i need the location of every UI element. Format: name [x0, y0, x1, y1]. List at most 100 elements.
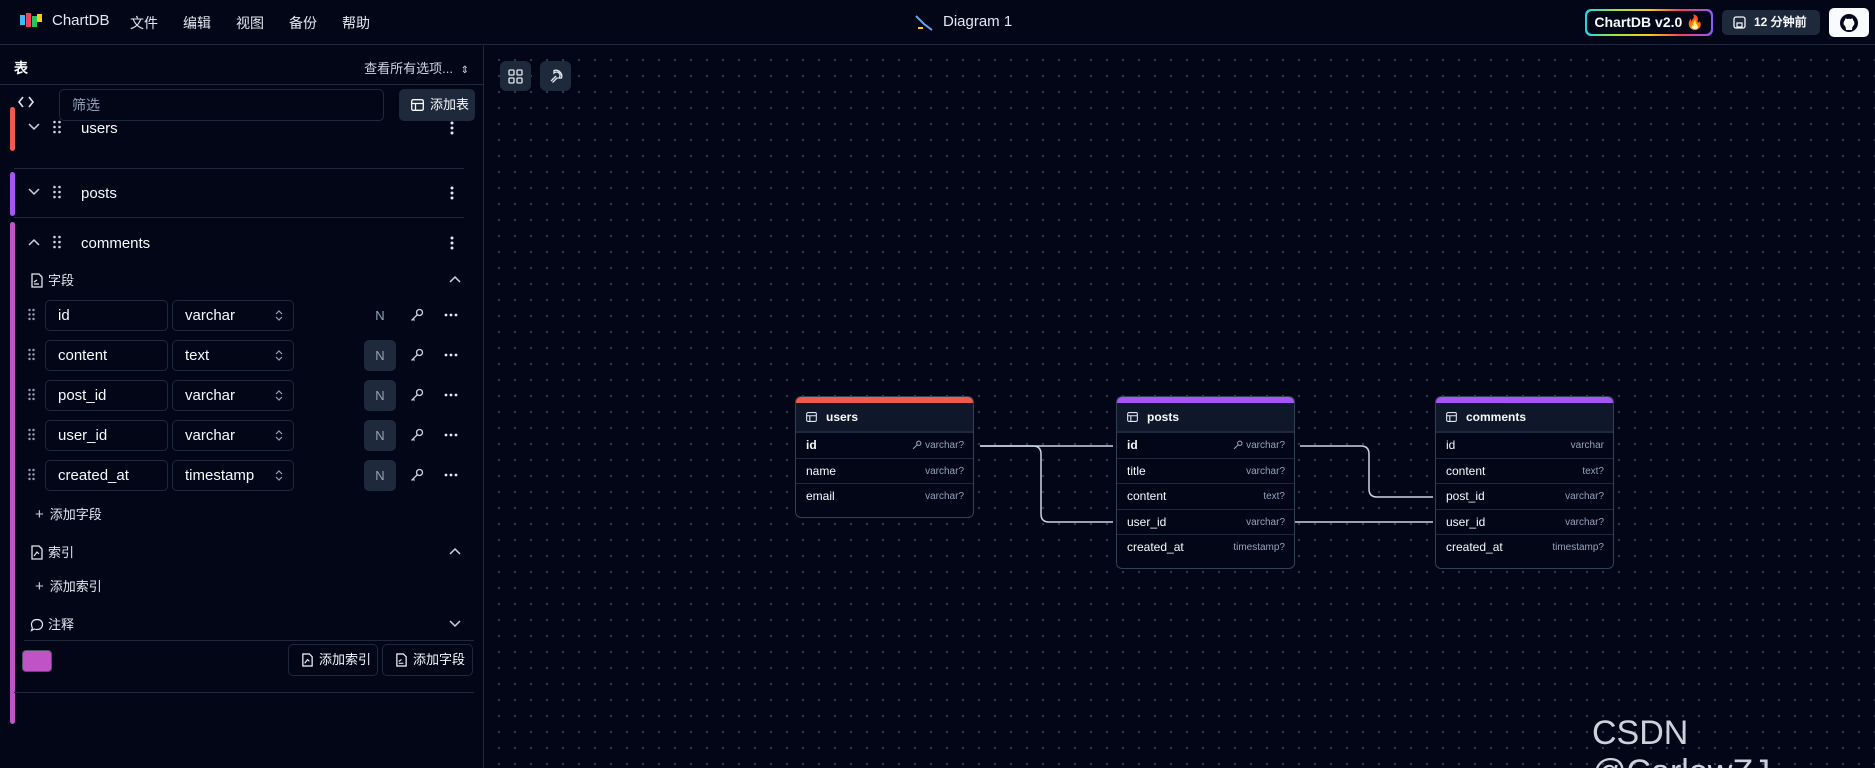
field-name-input[interactable]: created_at [45, 460, 168, 491]
table-name[interactable]: users [81, 120, 118, 137]
column-row[interactable]: id varchar? [796, 432, 973, 458]
drag-handle-icon[interactable] [28, 348, 35, 361]
more-vertical-icon[interactable] [450, 185, 454, 201]
key-icon[interactable] [410, 468, 424, 482]
footer-add-field-button[interactable]: 添加字段 [382, 644, 473, 676]
view-all-options-select[interactable]: 查看所有选项... ⇕ [364, 58, 469, 77]
fields-section-toggle[interactable]: 字段 [30, 270, 74, 289]
menu-file[interactable]: 文件 [130, 13, 158, 33]
more-vertical-icon[interactable] [450, 235, 454, 251]
table-color-picker[interactable] [22, 650, 52, 672]
field-row: user_id varchar N [20, 420, 470, 451]
more-horizontal-icon[interactable] [444, 348, 458, 362]
chevron-up-icon[interactable] [449, 275, 461, 283]
field-type-select[interactable]: varchar [172, 420, 294, 451]
fields-section-label: 字段 [48, 273, 75, 288]
field-name-input[interactable]: content [45, 340, 168, 371]
edge-users-posts[interactable] [980, 445, 1113, 523]
table-name[interactable]: posts [81, 185, 117, 202]
column-row[interactable]: user_id varchar? [1117, 508, 1294, 535]
version-button[interactable]: ChartDB v2.0 🔥 [1585, 9, 1713, 36]
field-type-select[interactable]: timestamp [172, 460, 294, 491]
table-node-header[interactable]: users [796, 403, 973, 432]
column-row[interactable]: post_id varchar? [1436, 483, 1613, 509]
field-row: id varchar N [20, 300, 470, 331]
table-header-posts[interactable]: posts [10, 170, 474, 218]
drag-handle-icon[interactable] [28, 388, 35, 401]
table-node-posts[interactable]: posts id varchar? title varchar? content te… [1116, 396, 1295, 569]
table-name[interactable]: comments [81, 235, 150, 252]
menu-view[interactable]: 视图 [236, 13, 264, 33]
chevron-down-icon[interactable] [449, 620, 461, 628]
column-row[interactable]: id varchar? [1117, 432, 1294, 458]
column-name: content [1127, 489, 1167, 504]
table-node-header[interactable]: comments [1436, 403, 1613, 432]
column-name: title [1127, 463, 1146, 478]
field-type-value: timestamp [185, 467, 255, 484]
table-header-comments[interactable]: comments [10, 220, 474, 268]
chevron-up-icon[interactable] [28, 238, 40, 246]
key-icon[interactable] [410, 348, 424, 362]
table-node-comments[interactable]: comments id varchar content text? post_id v… [1435, 396, 1614, 569]
drag-handle-icon[interactable] [28, 428, 35, 441]
drag-handle-icon[interactable] [28, 468, 35, 481]
column-name: user_id [1127, 514, 1167, 529]
key-icon[interactable] [410, 428, 424, 442]
field-type-select[interactable]: text [172, 340, 294, 371]
chevron-down-icon[interactable] [28, 123, 40, 131]
nullable-toggle[interactable]: N [364, 380, 396, 411]
drag-handle-icon[interactable] [53, 185, 61, 199]
chevron-updown-icon [275, 310, 283, 321]
menu-backup[interactable]: 备份 [289, 13, 317, 33]
drag-handle-icon[interactable] [28, 308, 35, 321]
table-node-users[interactable]: users id varchar? name varchar? email varch… [795, 396, 974, 518]
more-horizontal-icon[interactable] [444, 308, 458, 322]
diagram-canvas[interactable]: users id varchar? name varchar? email varch… [485, 46, 1875, 768]
add-field-link[interactable]: + 添加字段 [35, 504, 102, 523]
more-horizontal-icon[interactable] [444, 468, 458, 482]
menu-help[interactable]: 帮助 [342, 13, 370, 33]
chevron-down-icon[interactable] [28, 188, 40, 196]
table-node-header[interactable]: posts [1117, 403, 1294, 432]
nullable-toggle[interactable]: N [364, 300, 396, 331]
column-row[interactable]: email varchar? [796, 483, 973, 509]
chevron-up-icon[interactable] [449, 547, 461, 555]
column-row[interactable]: id varchar [1436, 432, 1613, 458]
brand-name[interactable]: ChartDB [52, 12, 110, 29]
column-row[interactable]: content text? [1117, 483, 1294, 509]
add-index-link[interactable]: + 添加索引 [35, 576, 102, 595]
field-name-input[interactable]: post_id [45, 380, 168, 411]
divider [14, 692, 474, 693]
column-row[interactable]: created_at timestamp? [1117, 534, 1294, 560]
key-icon[interactable] [410, 388, 424, 402]
last-saved-button[interactable]: 12 分钟前 [1722, 10, 1820, 35]
database-icon [915, 15, 933, 31]
nullable-toggle[interactable]: N [364, 420, 396, 451]
nullable-toggle[interactable]: N [364, 460, 396, 491]
footer-add-index-button[interactable]: 添加索引 [288, 644, 378, 676]
column-row[interactable]: content text? [1436, 457, 1613, 484]
nullable-toggle[interactable]: N [364, 340, 396, 371]
field-type-select[interactable]: varchar [172, 300, 294, 331]
column-row[interactable]: title varchar? [1117, 457, 1294, 484]
key-icon[interactable] [410, 308, 424, 322]
drag-handle-icon[interactable] [53, 235, 61, 249]
more-vertical-icon[interactable] [450, 120, 454, 136]
menu-edit[interactable]: 编辑 [183, 13, 211, 33]
chartdb-logo-icon[interactable] [20, 13, 42, 29]
column-row[interactable]: user_id varchar? [1436, 508, 1613, 535]
field-type-select[interactable]: varchar [172, 380, 294, 411]
more-horizontal-icon[interactable] [444, 428, 458, 442]
table-header-users[interactable]: users [10, 105, 474, 153]
field-name-input[interactable]: id [45, 300, 168, 331]
field-name-input[interactable]: user_id [45, 420, 168, 451]
edge-posts-comments[interactable] [1300, 445, 1433, 498]
drag-handle-icon[interactable] [53, 120, 61, 134]
comment-section-toggle[interactable]: 注释 [30, 614, 74, 633]
more-horizontal-icon[interactable] [444, 388, 458, 402]
index-section-toggle[interactable]: 索引 [30, 542, 74, 561]
diagram-title[interactable]: Diagram 1 [943, 13, 1012, 30]
github-button[interactable] [1829, 8, 1869, 37]
column-row[interactable]: name varchar? [796, 457, 973, 484]
column-row[interactable]: created_at timestamp? [1436, 534, 1613, 560]
